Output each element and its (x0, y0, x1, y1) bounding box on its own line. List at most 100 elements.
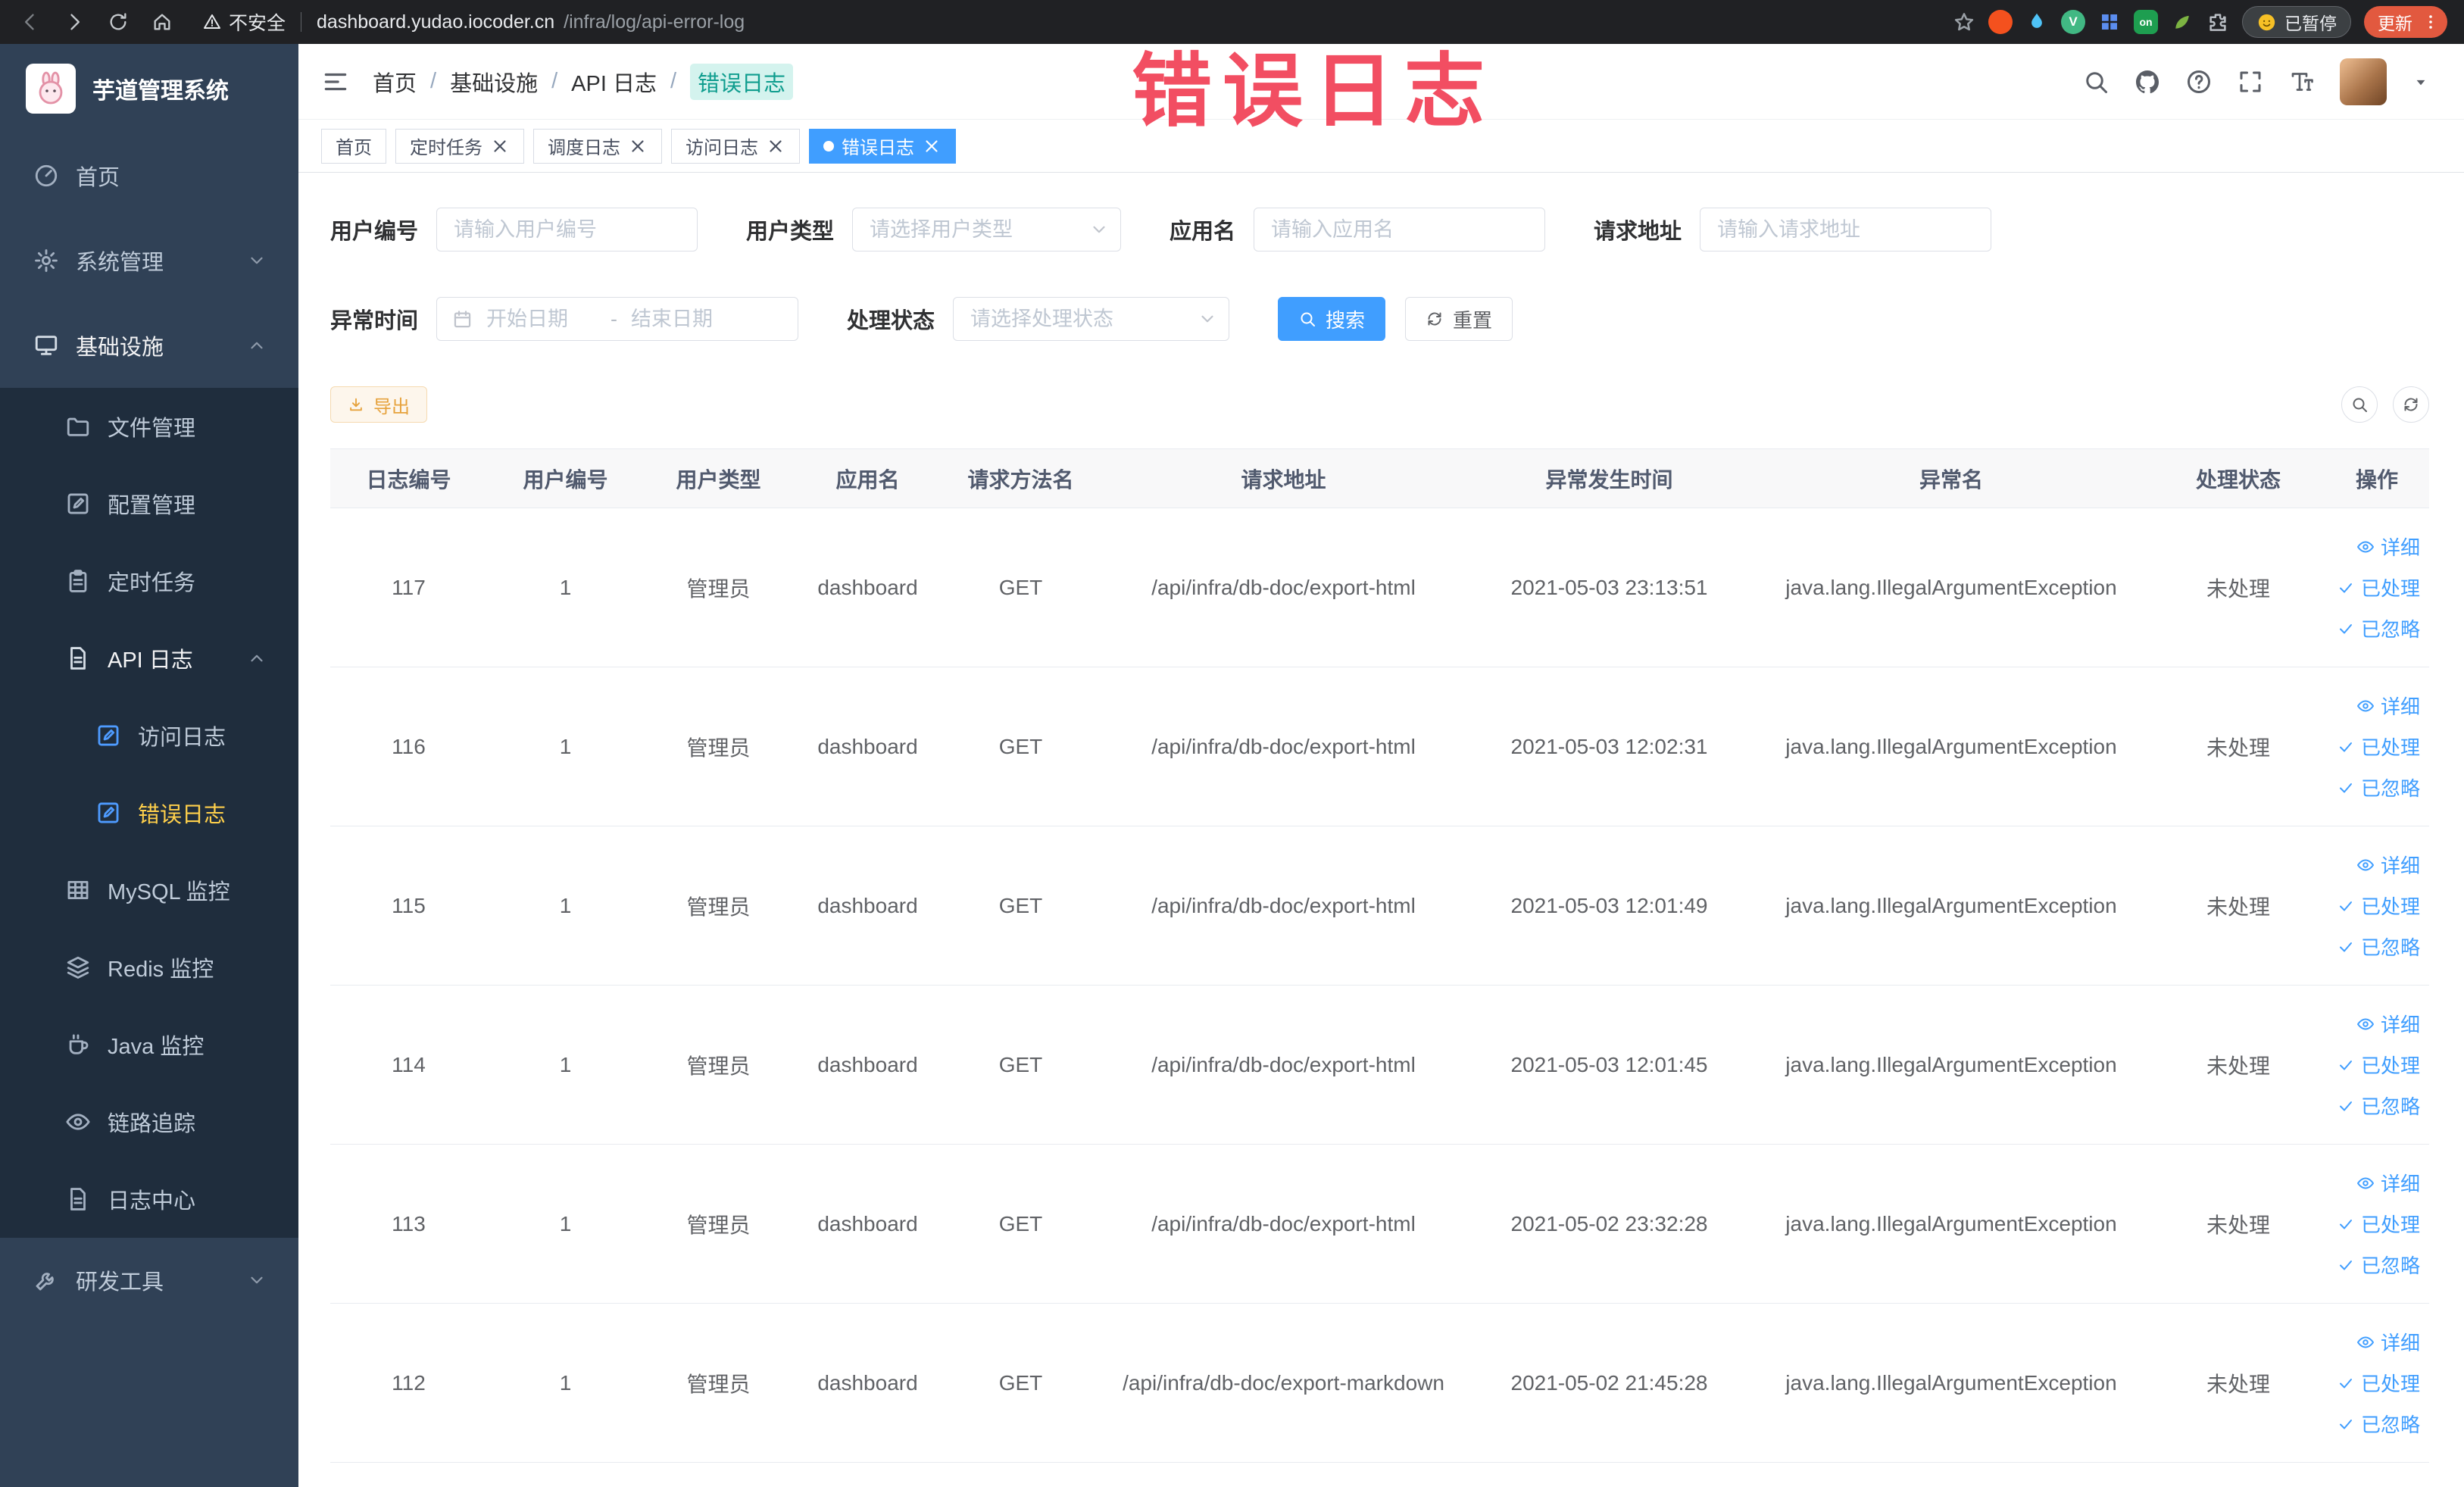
help-icon[interactable] (2185, 68, 2213, 95)
sidebar-item-3[interactable]: 文件管理 (0, 388, 298, 465)
ignored-link[interactable]: 已忽略 (2337, 1245, 2420, 1285)
extension-icon-orange[interactable] (1988, 10, 2013, 34)
extension-icon-grid[interactable] (2098, 11, 2121, 33)
sidebar-item-1[interactable]: 系统管理 (0, 218, 298, 303)
rabbit-icon (33, 70, 69, 107)
sidebar-item-4[interactable]: 配置管理 (0, 465, 298, 542)
processed-link[interactable]: 已处理 (2337, 1204, 2420, 1244)
close-icon[interactable] (922, 136, 942, 156)
cell-url: /api/infra/db-doc/export-markdown (1099, 1303, 1468, 1463)
extension-icon-leaf[interactable] (2171, 11, 2194, 33)
table-row: 116 1 管理员 dashboard GET /api/infra/db-do… (330, 667, 2429, 826)
detail-link[interactable]: 详细 (2356, 1004, 2420, 1044)
sidebar-item-10[interactable]: Redis 监控 (0, 929, 298, 1006)
cell-status: 未处理 (2152, 1144, 2325, 1304)
reload-icon[interactable] (108, 11, 129, 33)
request-url-input[interactable] (1700, 208, 1992, 251)
kebab-menu-icon[interactable] (2422, 13, 2440, 31)
check-icon (2337, 779, 2355, 797)
close-icon[interactable] (628, 136, 648, 156)
address-bar[interactable]: 不安全 dashboard.yudao.iocoder.cn /infra/lo… (203, 8, 1953, 36)
tab-label: 调度日志 (548, 138, 620, 158)
sidebar-item-14[interactable]: 研发工具 (0, 1238, 298, 1323)
processed-link[interactable]: 已处理 (2337, 1364, 2420, 1403)
process-status-select[interactable] (953, 297, 1230, 341)
tab-1[interactable]: 定时任务 (395, 128, 524, 164)
sidebar-item-9[interactable]: MySQL 监控 (0, 851, 298, 929)
forward-icon[interactable] (64, 11, 85, 33)
column-header-log-id: 日志编号 (330, 448, 487, 508)
font-size-icon[interactable] (2288, 68, 2316, 95)
ignored-link[interactable]: 已忽略 (2337, 927, 2420, 967)
github-icon[interactable] (2134, 68, 2161, 95)
breadcrumb-home[interactable]: 首页 (373, 66, 417, 98)
sidebar-item-2[interactable]: 基础设施 (0, 303, 298, 388)
close-icon[interactable] (766, 136, 785, 156)
processed-link[interactable]: 已处理 (2337, 1045, 2420, 1085)
update-button[interactable]: 更新 (2364, 6, 2447, 38)
ignored-link[interactable]: 已忽略 (2337, 1086, 2420, 1126)
extension-icon-drop[interactable] (2025, 11, 2048, 33)
sidebar-item-5[interactable]: 定时任务 (0, 542, 298, 620)
sidebar-item-13[interactable]: 日志中心 (0, 1161, 298, 1238)
chevron-up-icon (247, 648, 267, 668)
search-icon[interactable] (2082, 68, 2110, 95)
home-icon[interactable] (151, 11, 173, 33)
check-icon (2337, 1215, 2355, 1233)
extension-icon-on[interactable]: on (2134, 10, 2158, 34)
search-icon (1298, 310, 1316, 328)
tab-0[interactable]: 首页 (321, 128, 386, 164)
caret-down-icon[interactable] (2411, 72, 2431, 92)
extension-icon-pin[interactable] (2206, 11, 2229, 33)
sidebar-item-6[interactable]: API 日志 (0, 620, 298, 697)
profile-paused-badge[interactable]: 已暂停 (2242, 6, 2351, 38)
tab-4[interactable]: 错误日志 (809, 128, 956, 164)
toggle-search-button[interactable] (2341, 386, 2378, 423)
detail-link[interactable]: 详细 (2356, 527, 2420, 567)
extension-icon-vue[interactable]: V (2061, 10, 2085, 34)
export-button[interactable]: 导出 (330, 386, 427, 423)
cell-status: 未处理 (2152, 508, 2325, 667)
avatar[interactable] (2340, 58, 2387, 105)
eye-icon (2356, 697, 2375, 715)
back-icon[interactable] (20, 11, 41, 33)
processed-link[interactable]: 已处理 (2337, 886, 2420, 926)
fullscreen-icon[interactable] (2237, 68, 2264, 95)
processed-link[interactable]: 已处理 (2337, 727, 2420, 767)
sidebar-item-11[interactable]: Java 监控 (0, 1006, 298, 1083)
date-range-picker[interactable]: - (436, 297, 799, 341)
reset-button[interactable]: 重置 (1405, 297, 1513, 341)
ignored-link[interactable]: 已忽略 (2337, 609, 2420, 648)
detail-link[interactable]: 详细 (2356, 1164, 2420, 1203)
refresh-table-button[interactable] (2393, 386, 2429, 423)
eye-icon (2356, 856, 2375, 874)
wrench-icon (33, 1267, 59, 1293)
logo[interactable]: 芋道管理系统 (0, 44, 298, 133)
table-row: 113 1 管理员 dashboard GET /api/infra/db-do… (330, 1144, 2429, 1304)
sidebar-item-7[interactable]: 访问日志 (0, 697, 298, 774)
sidebar-item-8[interactable]: 错误日志 (0, 774, 298, 851)
detail-link[interactable]: 详细 (2356, 845, 2420, 885)
cell-user-id: 1 (487, 667, 644, 826)
search-button[interactable]: 搜索 (1278, 297, 1386, 341)
user-type-select[interactable] (852, 208, 1122, 251)
sidebar-item-12[interactable]: 链路追踪 (0, 1083, 298, 1161)
app-name-input[interactable] (1254, 208, 1546, 251)
ignored-link[interactable]: 已忽略 (2337, 1404, 2420, 1444)
tab-2[interactable]: 调度日志 (533, 128, 662, 164)
bookmark-star-icon[interactable] (1953, 11, 1975, 33)
end-date-input[interactable] (629, 306, 744, 332)
processed-link[interactable]: 已处理 (2337, 568, 2420, 608)
sidebar-item-0[interactable]: 首页 (0, 133, 298, 218)
cell-user-type: 管理员 (644, 667, 793, 826)
column-header-status: 处理状态 (2152, 448, 2325, 508)
hamburger-icon[interactable] (321, 67, 350, 96)
detail-link[interactable]: 详细 (2356, 686, 2420, 726)
check-icon (2337, 1097, 2355, 1115)
ignored-link[interactable]: 已忽略 (2337, 768, 2420, 808)
detail-link[interactable]: 详细 (2356, 1323, 2420, 1362)
user-id-input[interactable] (436, 208, 698, 251)
start-date-input[interactable] (485, 306, 599, 332)
close-icon[interactable] (490, 136, 510, 156)
tab-3[interactable]: 访问日志 (671, 128, 800, 164)
